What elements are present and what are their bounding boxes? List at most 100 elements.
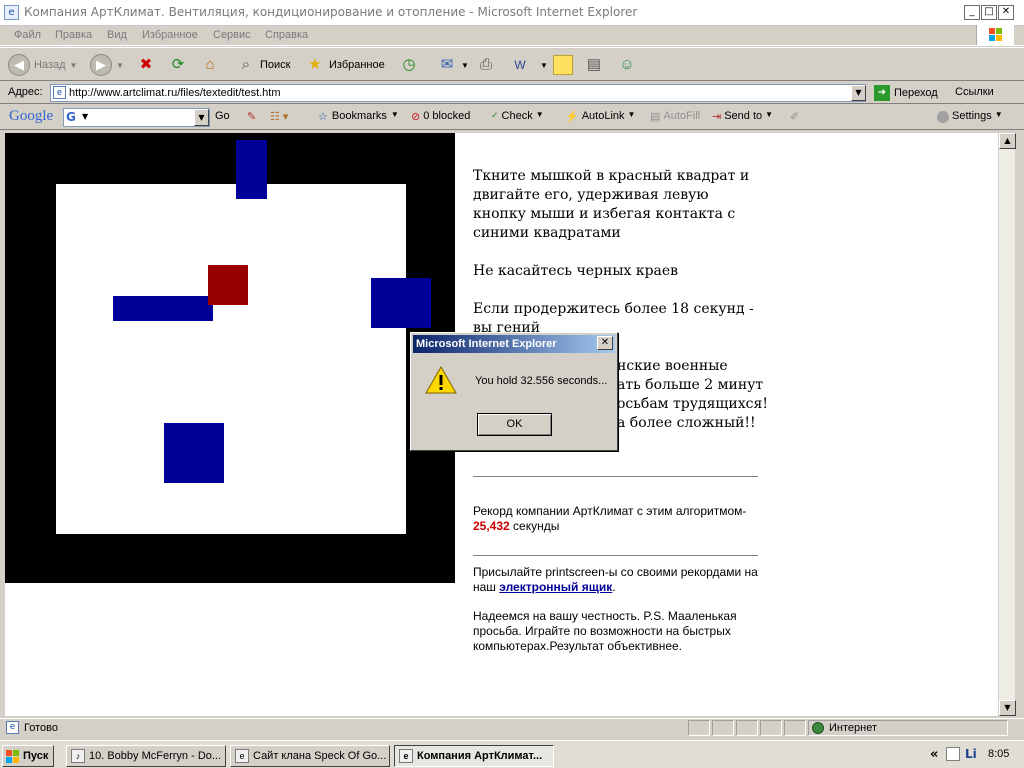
red-square-player[interactable] bbox=[208, 265, 248, 305]
record-unit: секунды bbox=[509, 519, 560, 533]
email-link[interactable]: электронный ящик bbox=[499, 580, 612, 594]
menu-edit[interactable]: Правка bbox=[55, 29, 92, 41]
record-value: 25,432 bbox=[473, 519, 510, 533]
close-window-button[interactable]: ✕ bbox=[998, 5, 1014, 20]
blue-square-top bbox=[236, 140, 267, 199]
favorites-button[interactable]: ★ Избранное bbox=[305, 53, 385, 77]
print-button[interactable]: ⎙ bbox=[476, 53, 496, 77]
dialog-close-button[interactable]: ✕ bbox=[597, 336, 613, 350]
history-button[interactable]: ◷ bbox=[399, 53, 419, 77]
mail-icon: ✉ bbox=[440, 56, 454, 73]
menu-tools[interactable]: Сервис bbox=[213, 29, 251, 41]
spellcheck-button[interactable]: ✓ Check ▼ bbox=[491, 110, 544, 122]
research-button[interactable]: ▤ bbox=[584, 53, 604, 77]
military-text-line-4: а более сложный!! bbox=[617, 415, 756, 431]
chevron-down-icon: ▼ bbox=[540, 60, 548, 70]
page-icon: e bbox=[53, 86, 66, 99]
google-toolbar: Google G ▼ ▼ Go ✎ ☷ ▾ ☆ Bookmarks ▼ ⊘ 0 b… bbox=[0, 105, 1024, 130]
mail-button[interactable]: ✉ ▼ bbox=[437, 53, 469, 77]
start-button[interactable]: Пуск bbox=[2, 745, 54, 767]
address-label: Адрес: bbox=[8, 86, 43, 98]
favorites-label: Избранное bbox=[329, 59, 385, 71]
zone-text: Интернет bbox=[829, 722, 877, 734]
pagerank-icon[interactable]: ✎ bbox=[247, 110, 256, 123]
check-label: Check bbox=[501, 110, 533, 122]
settings-button[interactable]: Settings ▼ bbox=[937, 110, 1003, 123]
spellcheck-icon: ✓ bbox=[491, 110, 499, 120]
autolink-button[interactable]: ⚡ AutoLink ▼ bbox=[565, 110, 635, 123]
tray-computer-icon[interactable] bbox=[946, 747, 960, 761]
chevron-down-icon: ▼ bbox=[82, 112, 89, 121]
blue-rect-left bbox=[113, 296, 213, 321]
address-dropdown-button[interactable]: ▼ bbox=[851, 85, 866, 101]
go-button[interactable]: ➜ Переход bbox=[874, 85, 938, 101]
star-outline-icon: ☆ bbox=[318, 111, 328, 123]
tray-language-icon[interactable]: Li bbox=[965, 747, 979, 761]
bookmarks-button[interactable]: ☆ Bookmarks ▼ bbox=[318, 110, 399, 123]
autofill-icon: ▤ bbox=[650, 111, 661, 123]
task-speck-site[interactable]: e Сайт клана Speck Of Go... bbox=[230, 745, 390, 767]
forward-arrow-icon: ▶ bbox=[90, 54, 112, 76]
edit-button[interactable]: W ▼ bbox=[510, 53, 548, 77]
google-logo: Google bbox=[9, 108, 54, 124]
discuss-button[interactable] bbox=[553, 53, 573, 77]
start-label: Пуск bbox=[23, 750, 49, 762]
sendto-button[interactable]: ⇥ Send to ▼ bbox=[712, 110, 773, 123]
highlighter-icon[interactable]: ✐ bbox=[790, 110, 799, 123]
menu-help[interactable]: Справка bbox=[265, 29, 308, 41]
record-text: Рекорд компании АртКлимат с этим алгорит… bbox=[473, 504, 763, 534]
news-icon[interactable]: ☷ ▾ bbox=[270, 110, 288, 123]
maximize-button[interactable]: □ bbox=[981, 5, 997, 20]
military-text-line-3: осьбам трудящихся! bbox=[617, 396, 768, 412]
go-label: Переход bbox=[894, 87, 938, 99]
task-label: Сайт клана Speck Of Go... bbox=[253, 750, 387, 762]
menu-bar: Файл Правка Вид Избранное Сервис Справка bbox=[0, 26, 1024, 46]
status-cell bbox=[688, 720, 710, 736]
links-button[interactable]: Ссылки bbox=[955, 86, 994, 98]
search-button[interactable]: ⌕ Поиск bbox=[236, 53, 291, 77]
refresh-button[interactable]: ⟳ bbox=[168, 53, 188, 77]
address-input[interactable]: e http://www.artclimat.ru/files/textedit… bbox=[50, 84, 866, 102]
chevron-down-icon: ▼ bbox=[627, 110, 636, 119]
menu-view[interactable]: Вид bbox=[107, 29, 127, 41]
divider-1 bbox=[473, 476, 758, 477]
forward-button[interactable]: ▶ ▼ bbox=[90, 53, 124, 77]
game-field bbox=[56, 184, 406, 534]
scroll-down-button[interactable]: ▼ bbox=[999, 700, 1016, 716]
google-search-input[interactable]: G ▼ ▼ bbox=[63, 108, 210, 127]
clock: 8:05 bbox=[988, 748, 1010, 760]
task-winamp[interactable]: ♪ 10. Bobby McFerryn - Do... bbox=[66, 745, 226, 767]
search-icon: ⌕ bbox=[241, 56, 251, 73]
minimize-button[interactable]: _ bbox=[964, 5, 980, 20]
autofill-button[interactable]: ▤ AutoFill bbox=[650, 110, 700, 123]
status-cell bbox=[712, 720, 734, 736]
messenger-button[interactable]: ☺ bbox=[617, 53, 637, 77]
scroll-up-button[interactable]: ▲ bbox=[999, 133, 1016, 149]
settings-icon bbox=[937, 111, 949, 123]
windows-logo-icon bbox=[976, 25, 1014, 45]
send-post: . bbox=[612, 580, 616, 594]
status-text: Готово bbox=[24, 722, 58, 734]
menu-favorites[interactable]: Избранное bbox=[142, 29, 198, 41]
dialog-title: Microsoft Internet Explorer bbox=[413, 335, 615, 353]
divider-2 bbox=[473, 555, 758, 556]
windows-flag-icon bbox=[6, 750, 19, 763]
status-cell bbox=[784, 720, 806, 736]
vertical-scrollbar[interactable]: ▲ ▼ bbox=[998, 133, 1016, 716]
popup-blocker-button[interactable]: ⊘ 0 blocked bbox=[411, 110, 470, 123]
note-icon bbox=[553, 55, 573, 75]
search-dropdown-button[interactable]: ▼ bbox=[194, 109, 209, 126]
ie-icon: e bbox=[235, 749, 249, 763]
stop-button[interactable]: ✖ bbox=[136, 53, 156, 77]
settings-label: Settings bbox=[952, 110, 992, 122]
home-button[interactable]: ⌂ bbox=[200, 53, 220, 77]
google-go-button[interactable]: Go bbox=[215, 110, 230, 122]
autofill-label: AutoFill bbox=[663, 110, 701, 122]
show-hidden-icons-button[interactable]: « bbox=[930, 747, 938, 762]
history-icon: ◷ bbox=[402, 56, 416, 73]
ok-button[interactable]: OK bbox=[477, 413, 552, 436]
menu-file[interactable]: Файл bbox=[14, 29, 41, 41]
task-artclimat[interactable]: e Компания АртКлимат... bbox=[394, 745, 554, 767]
messenger-icon: ☺ bbox=[619, 56, 635, 73]
back-button[interactable]: ◀ Назад ▼ bbox=[8, 53, 77, 77]
